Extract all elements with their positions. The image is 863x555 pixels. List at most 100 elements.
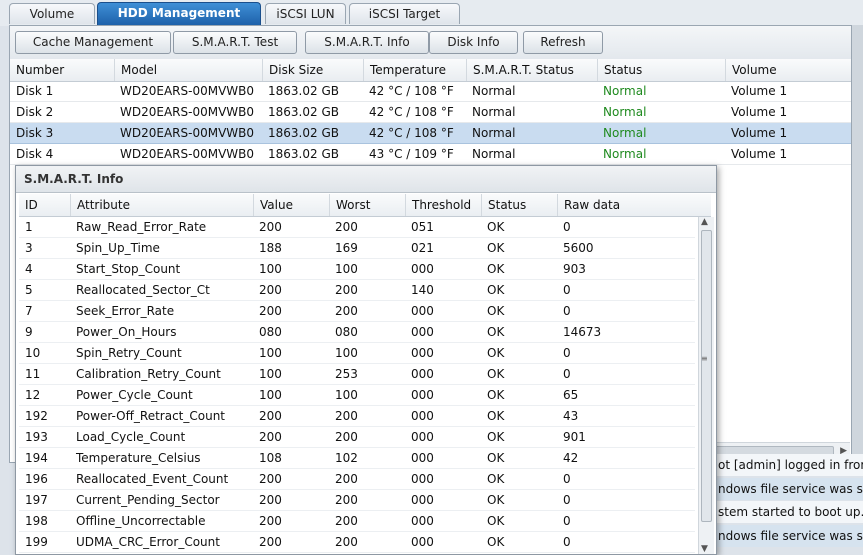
cell-status: OK — [487, 262, 505, 276]
cell-status: OK — [487, 367, 505, 381]
table-row[interactable]: 5 Reallocated_Sector_Ct 200 200 140 OK 0 — [19, 280, 695, 301]
cell-status: OK — [487, 535, 505, 549]
cell-value: 100 — [259, 262, 282, 276]
table-row[interactable]: Disk 2 WD20EARS-00MVWB0 1863.02 GB 42 °C… — [10, 102, 851, 123]
cell-smart-status: Normal — [472, 105, 516, 119]
cell-id: 9 — [25, 325, 33, 339]
col-id[interactable]: ID — [19, 194, 70, 216]
smart-test-button[interactable]: S.M.A.R.T. Test — [173, 31, 297, 54]
tab-bar: Volume HDD Management iSCSI LUN iSCSI Ta… — [0, 0, 863, 26]
col-volume[interactable]: Volume — [725, 59, 851, 81]
cell-worst: 102 — [335, 451, 358, 465]
cell-status: OK — [487, 304, 505, 318]
smart-grid-header: ID Attribute Value Worst Threshold Statu… — [19, 194, 711, 217]
table-row[interactable]: Disk 4 WD20EARS-00MVWB0 1863.02 GB 43 °C… — [10, 144, 851, 165]
cell-threshold: 051 — [411, 220, 434, 234]
cell-raw-data: 5600 — [563, 241, 594, 255]
col-model[interactable]: Model — [114, 59, 262, 81]
cell-threshold: 000 — [411, 493, 434, 507]
table-row[interactable]: 192 Power-Off_Retract_Count 200 200 000 OK 43 — [19, 406, 695, 427]
cell-attribute: Power_On_Hours — [76, 325, 177, 339]
cell-attribute: Spin_Up_Time — [76, 241, 160, 255]
cache-management-button[interactable]: Cache Management — [15, 31, 171, 54]
table-row[interactable]: 198 Offline_Uncorrectable 200 200 000 OK 0 — [19, 511, 695, 532]
col-temperature[interactable]: Temperature — [363, 59, 466, 81]
scroll-thumb[interactable] — [701, 230, 712, 522]
cell-number: Disk 1 — [16, 84, 54, 98]
table-row[interactable]: 11 Calibration_Retry_Count 100 253 000 OK 0 — [19, 364, 695, 385]
cell-status: Normal — [603, 84, 647, 98]
cell-id: 12 — [25, 388, 41, 402]
disk-info-button[interactable]: Disk Info — [429, 31, 518, 54]
col-smart-status[interactable]: S.M.A.R.T. Status — [466, 59, 597, 81]
table-row[interactable]: 3 Spin_Up_Time 188 169 021 OK 5600 — [19, 238, 695, 259]
table-row[interactable]: 196 Reallocated_Event_Count 200 200 000 OK 0 — [19, 469, 695, 490]
cell-id: 3 — [25, 241, 33, 255]
triangle-up-icon[interactable]: ▲ — [701, 217, 708, 227]
col-attribute[interactable]: Attribute — [70, 194, 253, 216]
table-row[interactable]: Disk 1 WD20EARS-00MVWB0 1863.02 GB 42 °C… — [10, 81, 851, 102]
table-row[interactable]: 7 Seek_Error_Rate 200 200 000 OK 0 — [19, 301, 695, 322]
cell-raw-data: 0 — [563, 493, 571, 507]
smart-info-button[interactable]: S.M.A.R.T. Info — [305, 31, 429, 54]
cell-status: OK — [487, 241, 505, 255]
cell-threshold: 000 — [411, 535, 434, 549]
cell-value: 200 — [259, 409, 282, 423]
table-row[interactable]: 4 Start_Stop_Count 100 100 000 OK 903 — [19, 259, 695, 280]
refresh-button[interactable]: Refresh — [523, 31, 603, 54]
cell-raw-data: 903 — [563, 262, 586, 276]
col-raw-data[interactable]: Raw data — [557, 194, 711, 216]
cell-model: WD20EARS-00MVWB0 — [120, 84, 255, 98]
col-smart-row-status[interactable]: Status — [481, 194, 557, 216]
table-row[interactable]: 10 Spin_Retry_Count 100 100 000 OK 0 — [19, 343, 695, 364]
cell-worst: 200 — [335, 514, 358, 528]
table-row-selected[interactable]: Disk 3 WD20EARS-00MVWB0 1863.02 GB 42 °C… — [10, 123, 851, 144]
cell-threshold: 000 — [411, 346, 434, 360]
tab-hdd-management[interactable]: HDD Management — [97, 2, 261, 26]
cell-threshold: 000 — [411, 367, 434, 381]
cell-attribute: Load_Cycle_Count — [76, 430, 186, 444]
vertical-scrollbar[interactable]: ▲ ≡ ▼ — [698, 217, 714, 554]
cell-value: 200 — [259, 472, 282, 486]
col-worst[interactable]: Worst — [329, 194, 405, 216]
disk-grid-header: Number Model Disk Size Temperature S.M.A… — [10, 59, 851, 82]
cell-status: OK — [487, 493, 505, 507]
table-row[interactable]: 193 Load_Cycle_Count 200 200 000 OK 901 — [19, 427, 695, 448]
tab-iscsi-target[interactable]: iSCSI Target — [349, 3, 460, 24]
cell-attribute: Offline_Uncorrectable — [76, 514, 206, 528]
cell-value: 200 — [259, 535, 282, 549]
cell-status: OK — [487, 325, 505, 339]
table-row[interactable]: 1 Raw_Read_Error_Rate 200 200 051 OK 0 — [19, 217, 695, 238]
cell-status: OK — [487, 430, 505, 444]
cell-status: OK — [487, 409, 505, 423]
cell-status: OK — [487, 514, 505, 528]
cell-attribute: Reallocated_Event_Count — [76, 472, 229, 486]
tab-iscsi-lun[interactable]: iSCSI LUN — [265, 3, 346, 24]
col-threshold[interactable]: Threshold — [405, 194, 481, 216]
table-row[interactable]: 199 UDMA_CRC_Error_Count 200 200 000 OK 0 — [19, 532, 695, 553]
col-number[interactable]: Number — [10, 59, 114, 81]
cell-id: 196 — [25, 472, 48, 486]
cell-temperature: 42 °C / 108 °F — [369, 126, 454, 140]
table-row[interactable]: 197 Current_Pending_Sector 200 200 000 OK 0 — [19, 490, 695, 511]
cell-attribute: Seek_Error_Rate — [76, 304, 175, 318]
table-row[interactable]: 9 Power_On_Hours 080 080 000 OK 14673 — [19, 322, 695, 343]
cell-raw-data: 901 — [563, 430, 586, 444]
col-value[interactable]: Value — [253, 194, 329, 216]
col-status[interactable]: Status — [597, 59, 725, 81]
cell-value: 200 — [259, 304, 282, 318]
toolbar: Cache Management S.M.A.R.T. Test S.M.A.R… — [10, 26, 851, 60]
cell-worst: 200 — [335, 472, 358, 486]
dialog-title[interactable]: S.M.A.R.T. Info — [16, 166, 716, 193]
cell-worst: 200 — [335, 493, 358, 507]
log-entry: ot [admin] logged in from — [712, 454, 863, 476]
col-disk-size[interactable]: Disk Size — [262, 59, 363, 81]
cell-id: 199 — [25, 535, 48, 549]
cell-attribute: Raw_Read_Error_Rate — [76, 220, 207, 234]
table-row[interactable]: 12 Power_Cycle_Count 100 100 000 OK 65 — [19, 385, 695, 406]
tab-volume[interactable]: Volume — [9, 3, 95, 24]
cell-value: 100 — [259, 388, 282, 402]
cell-temperature: 42 °C / 108 °F — [369, 105, 454, 119]
cell-worst: 253 — [335, 367, 358, 381]
table-row[interactable]: 194 Temperature_Celsius 108 102 000 OK 42 — [19, 448, 695, 469]
